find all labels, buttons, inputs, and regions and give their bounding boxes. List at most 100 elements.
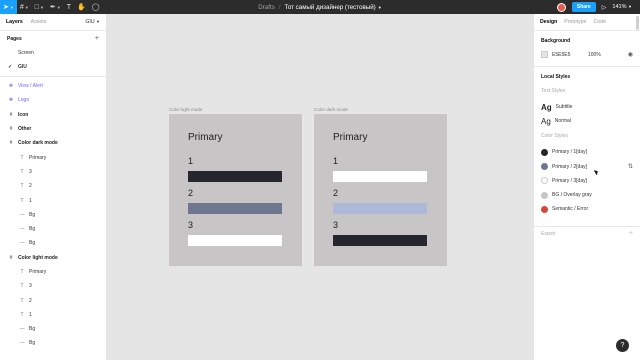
eye-icon[interactable]: ◉ [628, 51, 633, 58]
hand-icon: ✋ [77, 4, 86, 11]
color-style-item[interactable]: Semantic / Error [534, 202, 640, 216]
tab-design[interactable]: Design [540, 19, 557, 25]
pages-title: Pages [7, 35, 22, 42]
color-swatch-bar[interactable] [188, 171, 282, 182]
scrollbar[interactable] [636, 16, 639, 30]
canvas[interactable]: Color light mode Primary 1 2 3 Color dark mod… [107, 14, 533, 360]
color-swatch-bar[interactable] [333, 235, 427, 246]
text-style-label: Subtitle [555, 104, 573, 111]
color-style-swatch [541, 205, 548, 213]
layer-label: Primary [29, 154, 47, 161]
layer-item[interactable]: T2 [0, 179, 106, 193]
color-style-item[interactable]: Primary / 1[day] [534, 145, 640, 159]
color-style-label: Primary / 3[day] [552, 177, 588, 184]
color-swatch-bar[interactable] [333, 203, 427, 214]
layer-item[interactable]: T Primary [0, 265, 106, 279]
adjust-style-icon[interactable]: ⇅ [628, 163, 633, 170]
page-selector-label: GIU [85, 19, 95, 25]
add-export-icon[interactable]: + [629, 230, 633, 237]
color-style-label: Primary / 1[day] [552, 149, 588, 156]
frame-icon: # [9, 254, 13, 261]
export-label: Export [541, 230, 556, 237]
pen-tool[interactable]: ✒ ▼ [47, 0, 64, 14]
layer-item[interactable]: # Icon [0, 108, 106, 122]
background-swatch[interactable] [541, 51, 548, 58]
move-tool[interactable]: ➤ ▼ [0, 0, 17, 14]
layer-item[interactable]: T2 [0, 293, 106, 307]
help-button[interactable]: ? [616, 339, 629, 352]
comment-tool[interactable]: ◯ [89, 0, 103, 14]
frame-icon: # [9, 140, 13, 147]
pages-list: Screen ✓ GIU [0, 46, 106, 74]
frame-label[interactable]: Color light mode [169, 107, 202, 112]
layer-label: 2 [29, 297, 32, 304]
color-style-label: BG / Overlay gray [552, 192, 592, 199]
page-item[interactable]: ✓ GIU [0, 60, 106, 74]
text-layer-icon: T [20, 154, 24, 161]
page-item[interactable]: Screen [0, 46, 106, 60]
layer-item[interactable]: — Bg [0, 336, 106, 350]
color-frame[interactable]: Primary 1 2 3 [314, 114, 447, 266]
color-swatch-bar[interactable] [333, 171, 427, 182]
color-swatch-bar[interactable] [188, 203, 282, 214]
hand-tool[interactable]: ✋ [74, 0, 89, 14]
layer-item[interactable]: — Bg [0, 236, 106, 250]
tool-group: ➤ ▼ # ▼ □ ▼ ✒ ▼ T ✋ ◯ [0, 0, 103, 14]
rectangle-layer-icon: — [19, 340, 25, 347]
color-swatch-bar[interactable] [188, 235, 282, 246]
page-label: GIU [18, 64, 27, 70]
text-style-item[interactable]: Ag Normal [534, 114, 640, 128]
color-style-swatch [541, 163, 548, 171]
layer-item[interactable]: T1 [0, 308, 106, 322]
layer-item[interactable]: — Bg [0, 222, 106, 236]
layer-item[interactable]: T3 [0, 279, 106, 293]
text-style-label: Normal [554, 118, 571, 125]
layer-item[interactable]: T Primary [0, 150, 106, 164]
tab-assets[interactable]: Assets [31, 19, 47, 25]
text-layer-icon: T [20, 297, 24, 304]
layer-item[interactable]: # Other [0, 122, 106, 136]
layer-item[interactable]: T3 [0, 165, 106, 179]
color-style-item[interactable]: Primary / 3[day] [534, 174, 640, 188]
text-style-preview: Ag [541, 116, 551, 126]
layer-item[interactable]: ✥ Logo [0, 93, 106, 107]
text-layer-icon: T [20, 311, 24, 318]
layers-list: ✥ View / Alert ✥ Logo # Icon # Other # Color dark… [0, 77, 106, 351]
text-tool[interactable]: T [64, 0, 74, 14]
layer-label: View / Alert [18, 83, 43, 90]
layer-item[interactable]: — Bg [0, 208, 106, 222]
right-panel-tabs: Design Prototype Code [534, 14, 640, 31]
tab-layers[interactable]: Layers [6, 19, 23, 25]
layers-panel: Layers Assets GIU ▼ Pages + Screen ✓ GIU ✥… [0, 14, 107, 360]
pages-header: Pages + [0, 31, 106, 46]
color-style-item[interactable]: BG / Overlay gray [534, 188, 640, 202]
add-page-icon[interactable]: + [95, 35, 99, 42]
swatch-number: 1 [333, 156, 339, 166]
background-opacity[interactable]: 100% [588, 52, 601, 58]
local-styles-title: Local Styles [541, 74, 571, 80]
layer-item[interactable]: # Color dark mode [0, 136, 106, 150]
rectangle-icon: □ [34, 3, 39, 11]
swatch-number: 2 [333, 188, 339, 198]
layer-label: Bg [29, 240, 36, 247]
layer-item[interactable]: # Color light mode [0, 251, 106, 265]
layer-item[interactable]: ✥ View / Alert [0, 79, 106, 93]
layer-item[interactable]: — Bg [0, 322, 106, 336]
color-frame[interactable]: Primary 1 2 3 [169, 114, 302, 266]
avatar[interactable] [556, 2, 566, 12]
frame-label[interactable]: Color dark mode [314, 107, 348, 112]
page-selector[interactable]: GIU ▼ [85, 19, 100, 25]
layer-item[interactable]: T1 [0, 193, 106, 207]
zoom-level[interactable]: 141% ▼ [612, 4, 632, 10]
tab-code[interactable]: Code [594, 19, 606, 25]
color-style-item[interactable]: Primary / 2[day] ⇅ [534, 160, 640, 174]
color-styles-list: Primary / 1[day] Primary / 2[day] ⇅ Primary… [534, 145, 640, 216]
rectangle-tool[interactable]: □ ▼ [32, 0, 47, 14]
tab-prototype[interactable]: Prototype [564, 19, 586, 25]
text-style-item[interactable]: Ag Subtitle [534, 100, 640, 114]
share-button[interactable]: Share [571, 2, 596, 12]
play-icon[interactable]: ▷ [602, 4, 607, 11]
hash-frame-tool[interactable]: # ▼ [17, 0, 32, 14]
background-hex[interactable]: E5E5E5 [552, 52, 582, 58]
layer-label: Bg [29, 211, 36, 218]
